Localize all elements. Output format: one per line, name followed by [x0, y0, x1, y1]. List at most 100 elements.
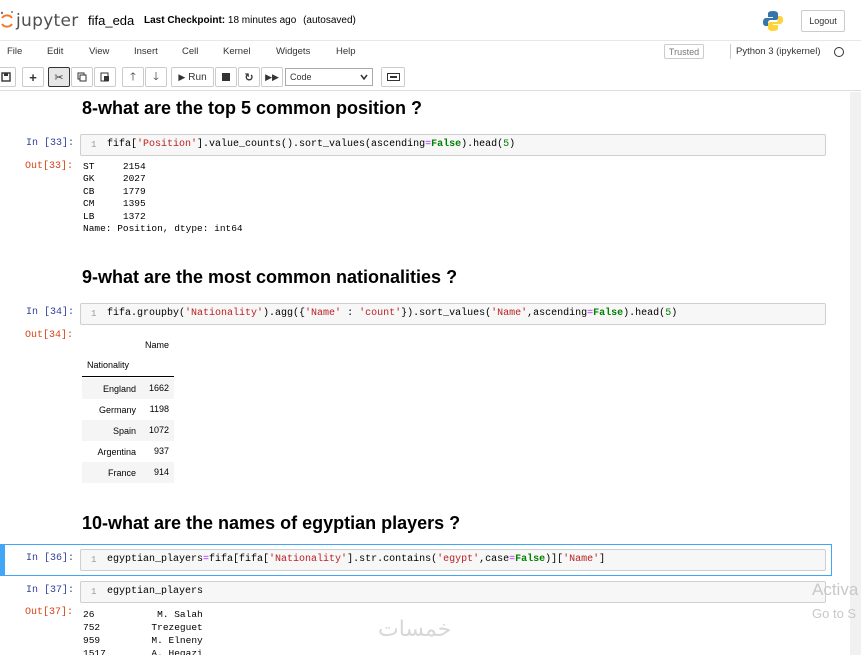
- cell-type-value: Code: [290, 72, 312, 82]
- autosave-status: (autosaved): [303, 15, 356, 26]
- scrollbar[interactable]: [850, 92, 861, 655]
- save-button[interactable]: [0, 67, 16, 87]
- command-palette-button[interactable]: [381, 67, 405, 87]
- keyboard-icon: [386, 73, 400, 81]
- dataframe-row-value: 1198: [149, 404, 169, 414]
- code-text-37[interactable]: egyptian_players: [107, 586, 203, 597]
- dataframe-header-rule: [82, 376, 174, 377]
- dataframe-row-index: France: [107, 468, 136, 478]
- line-number: 1: [91, 555, 97, 565]
- menubar: File Edit View Insert Cell Kernel Widget…: [0, 40, 861, 62]
- line-number: 1: [91, 309, 97, 319]
- dataframe-row-index: England: [102, 384, 136, 394]
- plus-icon: +: [29, 69, 37, 85]
- input-prompt-36: In [36]:: [26, 553, 75, 564]
- dataframe-row: Argentina 937: [82, 441, 174, 462]
- chevron-down-icon: [360, 74, 368, 81]
- dataframe-index-name: Nationality: [87, 360, 130, 370]
- scissors-icon: ✂: [54, 71, 64, 84]
- dataframe-row-value: 1072: [148, 425, 169, 435]
- jupyter-logo-icon: [0, 11, 13, 28]
- copy-icon: [77, 72, 87, 82]
- move-up-button[interactable]: 🡑: [122, 67, 144, 87]
- menu-cell[interactable]: Cell: [182, 46, 198, 57]
- stop-icon: [222, 73, 230, 81]
- code-cell-37[interactable]: 1 egyptian_players: [80, 581, 826, 603]
- run-button[interactable]: ▶ Run: [171, 67, 214, 87]
- trusted-indicator[interactable]: Trusted: [664, 44, 704, 59]
- copy-button[interactable]: [71, 67, 93, 87]
- checkpoint-label: Last Checkpoint:: [144, 15, 226, 26]
- arrow-down-icon: 🡓: [153, 70, 159, 83]
- output-37: 26 M. Salah 752 Trezeguet 959 M. Elneny …: [83, 609, 203, 655]
- menu-view[interactable]: View: [89, 46, 109, 57]
- dataframe-row-index: Germany: [98, 405, 136, 415]
- interrupt-button[interactable]: [215, 67, 237, 87]
- logout-button[interactable]: Logout: [801, 10, 845, 32]
- notebook-container: 8-what are the top 5 common position ? I…: [0, 92, 850, 655]
- markdown-heading-10: 10-what are the names of egyptian player…: [82, 513, 461, 533]
- dataframe-row-value: 914: [153, 467, 169, 477]
- line-number: 1: [91, 587, 97, 597]
- menu-help[interactable]: Help: [336, 46, 356, 57]
- menu-widgets[interactable]: Widgets: [276, 46, 310, 57]
- markdown-heading-8: 8-what are the top 5 common position ?: [82, 98, 423, 118]
- dataframe-output-34: Name Nationality England 1662 Germany 11…: [82, 340, 174, 488]
- kernel-name[interactable]: Python 3 (ipykernel): [736, 46, 820, 57]
- dataframe-row: Spain 1072: [82, 420, 174, 441]
- menubar-divider: [730, 44, 731, 59]
- dataframe-row-value: 937: [153, 446, 169, 456]
- code-cell-33[interactable]: 1 fifa['Position'].value_counts().sort_v…: [80, 134, 826, 156]
- code-cell-36[interactable]: 1 egyptian_players=fifa[fifa['Nationalit…: [80, 549, 826, 571]
- move-down-button[interactable]: 🡓: [145, 67, 167, 87]
- restart-run-all-button[interactable]: ▶▶: [261, 67, 283, 87]
- cut-button[interactable]: ✂: [48, 67, 70, 87]
- menu-edit[interactable]: Edit: [47, 46, 63, 57]
- dataframe-row-value: 1662: [148, 383, 169, 393]
- cell-type-select[interactable]: Code: [285, 68, 373, 86]
- input-prompt-33: In [33]:: [26, 138, 75, 149]
- run-label: Run: [188, 71, 207, 83]
- code-cell-34[interactable]: 1 fifa.groupby('Nationality').agg({'Name…: [80, 303, 826, 325]
- code-text-33[interactable]: fifa['Position'].value_counts().sort_val…: [107, 139, 515, 150]
- dataframe-row: England 1662: [82, 378, 174, 399]
- code-text-36[interactable]: egyptian_players=fifa[fifa['Nationality'…: [107, 554, 605, 565]
- dataframe-row: Germany 1198: [82, 399, 174, 420]
- toolbar: + ✂ 🡑 🡓 ▶ Run ↻ ▶▶ Code: [0, 63, 861, 91]
- input-prompt-34: In [34]:: [26, 307, 75, 318]
- notebook-name[interactable]: fifa_eda: [88, 13, 134, 28]
- activate-windows-subtitle: Go to S: [812, 606, 857, 621]
- paste-button[interactable]: [94, 67, 116, 87]
- dataframe-row-index: Argentina: [97, 447, 136, 457]
- insert-cell-button[interactable]: +: [22, 67, 44, 87]
- menu-kernel[interactable]: Kernel: [223, 46, 250, 57]
- python-logo-icon: [763, 11, 783, 31]
- output-prompt-34: Out[34]:: [25, 330, 74, 341]
- line-number: 1: [91, 140, 97, 150]
- dataframe-row: France 914: [82, 462, 174, 483]
- notebook-header: jupyter fifa_eda Last Checkpoint: 18 min…: [0, 0, 861, 40]
- menu-insert[interactable]: Insert: [134, 46, 158, 57]
- output-33: ST 2154 GK 2027 CB 1779 CM 1395 LB 1372 …: [83, 161, 243, 235]
- output-prompt-37: Out[37]:: [25, 607, 74, 618]
- checkpoint-time: 18 minutes ago: [227, 15, 297, 26]
- markdown-heading-9: 9-what are the most common nationalities…: [82, 267, 458, 287]
- dataframe-row-index: Spain: [112, 426, 136, 436]
- save-icon: [1, 72, 11, 82]
- jupyter-logo[interactable]: jupyter: [0, 9, 79, 33]
- output-prompt-33: Out[33]:: [25, 161, 74, 172]
- activate-windows-title: Activa: [812, 580, 859, 599]
- menu-file[interactable]: File: [7, 46, 22, 57]
- fast-forward-icon: ▶▶: [265, 71, 279, 82]
- checkpoint-status: Last Checkpoint: 18 minutes ago (autosav…: [144, 15, 356, 26]
- kernel-idle-icon: [834, 47, 844, 57]
- input-prompt-37: In [37]:: [26, 585, 75, 596]
- jupyter-logo-text: jupyter: [16, 11, 79, 31]
- paste-icon: [100, 72, 109, 82]
- play-icon: ▶: [178, 71, 186, 82]
- watermark-logo: خمسات: [378, 617, 452, 642]
- arrow-up-icon: 🡑: [130, 70, 136, 83]
- restart-button[interactable]: ↻: [238, 67, 260, 87]
- code-text-34[interactable]: fifa.groupby('Nationality').agg({'Name' …: [107, 308, 677, 319]
- restart-icon: ↻: [244, 71, 254, 84]
